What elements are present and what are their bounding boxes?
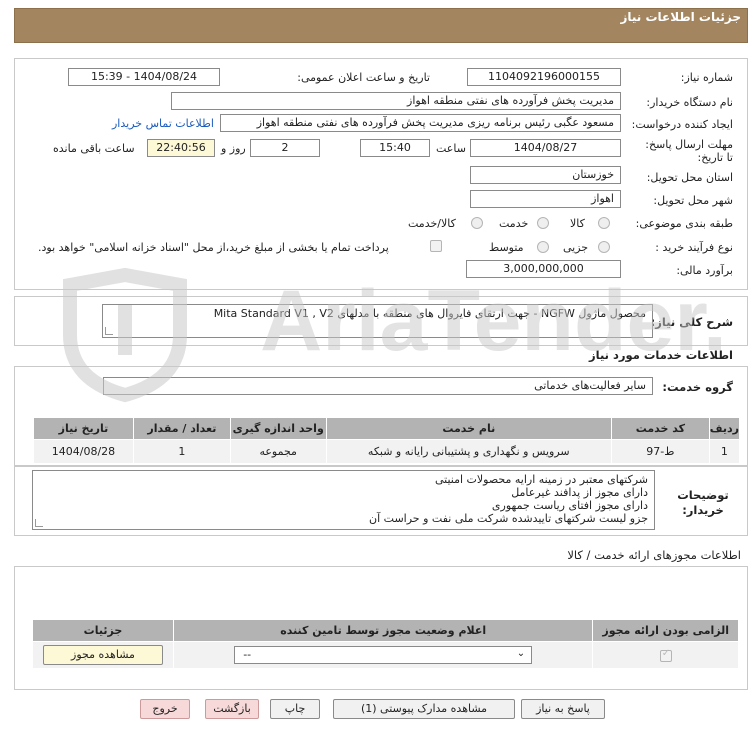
city-field: اهواز	[470, 190, 621, 208]
deadline-time-field: 15:40	[360, 139, 430, 157]
category-service-radio[interactable]	[537, 217, 549, 229]
permit-status-select[interactable]: -- ⌄	[234, 646, 533, 664]
notes-line-1: شرکتهای معتبر در زمینه ارایه محصولات امن…	[434, 473, 648, 486]
view-attachments-button[interactable]: مشاهده مدارک پیوستی (1)	[333, 699, 515, 719]
summary-text: محصول ماژول NGFW - جهت ارتقای فایروال ها…	[213, 307, 646, 320]
cell-permit-required: ✓	[592, 641, 739, 669]
cell-qty: 1	[132, 439, 231, 464]
days-field: 2	[250, 139, 320, 157]
days-label: روز و	[221, 142, 246, 155]
cell-unit: مجموعه	[229, 439, 327, 464]
service-group-field: سایر فعالیت‌های خدماتی	[103, 377, 653, 395]
reply-button[interactable]: پاسخ به نیاز	[521, 699, 605, 719]
exit-button[interactable]: خروج	[140, 699, 190, 719]
notes-label: توضیحات خریدار:	[677, 488, 729, 517]
category-goods-label: کالا	[570, 217, 585, 230]
services-table: ردیف کد خدمت نام خدمت واحد اندازه گیری ت…	[33, 417, 741, 464]
service-group-label: گروه خدمت:	[662, 380, 733, 394]
services-title: اطلاعات خدمات مورد نیاز	[589, 348, 733, 362]
services-table-header: ردیف کد خدمت نام خدمت واحد اندازه گیری ت…	[33, 417, 741, 440]
col-unit: واحد اندازه گیری	[229, 417, 327, 440]
table-row: ✓ -- ⌄ مشاهده مجوز	[32, 641, 739, 669]
chevron-down-icon: ⌄	[516, 648, 526, 659]
need-number-field: 1104092196000155	[467, 68, 621, 86]
notes-field: شرکتهای معتبر در زمینه ارایه محصولات امن…	[32, 470, 655, 530]
col-permit-status: اعلام وضعیت مجوز توسط تامین کننده	[172, 619, 594, 642]
creator-field: مسعود عگبی رئیس برنامه ریزی مدیریت پخش ف…	[220, 114, 621, 132]
notes-resize-handle[interactable]	[35, 519, 43, 527]
notes-line-2: دارای مجوز از پدافند غیرعامل	[511, 486, 648, 499]
buyer-field: مدیریت پخش فرآورده های نفتی منطقه اهواز	[171, 92, 621, 110]
permit-status-value: --	[243, 648, 252, 661]
announce-label: تاریخ و ساعت اعلان عمومی:	[297, 71, 430, 84]
buyer-contact-link[interactable]: اطلاعات تماس خریدار	[112, 117, 214, 130]
remaining-label: ساعت باقی مانده	[53, 142, 135, 155]
summary-resize-handle[interactable]	[105, 327, 113, 335]
deadline-time-label: ساعت	[436, 142, 466, 155]
buyer-label: نام دستگاه خریدار:	[646, 96, 733, 109]
summary-field: محصول ماژول NGFW - جهت ارتقای فایروال ها…	[102, 304, 653, 338]
budget-label: برآورد مالی:	[676, 264, 733, 277]
permits-table: الزامی بودن ارائه مجوز اعلام وضعیت مجوز …	[32, 619, 739, 669]
notes-line-4: جزو لیست شرکتهای تاییدشده شرکت ملی نفت و…	[369, 512, 648, 525]
col-qty: تعداد / مقدار	[132, 417, 231, 440]
col-row: ردیف	[708, 417, 741, 440]
process-medium-radio[interactable]	[537, 241, 549, 253]
permit-required-checkbox: ✓	[659, 647, 672, 662]
payment-note: پرداخت تمام یا بخشی از مبلغ خرید،از محل …	[38, 241, 389, 254]
announce-field: 1404/08/24 - 15:39	[68, 68, 220, 86]
col-date: تاریخ نیاز	[33, 417, 134, 440]
table-row: 1 ط-97 سرویس و نگهداری و پشتیبانی رایانه…	[33, 439, 741, 464]
print-button[interactable]: چاپ	[270, 699, 320, 719]
deadline-date-field: 1404/08/27	[470, 139, 621, 157]
budget-field: 3,000,000,000	[466, 260, 621, 278]
page-title: جزئیات اطلاعات نیاز	[620, 10, 741, 24]
col-permit-details: جزئیات	[32, 619, 174, 642]
view-permit-button[interactable]: مشاهده مجوز	[42, 645, 163, 665]
col-permit-required: الزامی بودن ارائه مجوز	[592, 619, 739, 642]
province-label: استان محل تحویل:	[646, 171, 733, 184]
col-name: نام خدمت	[325, 417, 612, 440]
cell-row: 1	[708, 439, 741, 464]
cell-permit-details: مشاهده مجوز	[32, 641, 174, 669]
process-minor-label: جزیی	[563, 241, 589, 254]
notes-line-3: دارای مجوز افتای ریاست جمهوری	[491, 499, 648, 512]
cell-date: 1404/08/28	[33, 439, 134, 464]
process-medium-label: متوسط	[489, 241, 524, 254]
cell-permit-status: -- ⌄	[172, 641, 594, 669]
process-minor-radio[interactable]	[598, 241, 610, 253]
back-button[interactable]: بازگشت	[205, 699, 259, 719]
summary-label: شرح کلی نیاز:	[650, 315, 733, 329]
process-label: نوع فرآیند خرید :	[655, 241, 733, 254]
need-number-label: شماره نیاز:	[680, 71, 733, 84]
cell-name: سرویس و نگهداری و پشتیبانی رایانه و شبکه	[325, 439, 612, 464]
permits-table-header: الزامی بودن ارائه مجوز اعلام وضعیت مجوز …	[32, 619, 739, 642]
category-both-label: کالا/خدمت	[408, 217, 456, 230]
check-icon: ✓	[661, 647, 671, 659]
city-label: شهر محل تحویل:	[653, 194, 733, 207]
creator-label: ایجاد کننده درخواست:	[631, 118, 733, 131]
permits-title: اطلاعات مجوزهای ارائه خدمت / کالا	[567, 548, 741, 562]
category-both-radio[interactable]	[471, 217, 483, 229]
remaining-time-field: 22:40:56	[147, 139, 215, 157]
category-service-label: خدمت	[499, 217, 529, 230]
category-label: طبقه بندی موضوعی:	[635, 217, 733, 230]
category-goods-radio[interactable]	[598, 217, 610, 229]
province-field: خوزستان	[470, 166, 621, 184]
islamic-treasury-checkbox[interactable]	[430, 240, 442, 252]
col-code: کد خدمت	[610, 417, 710, 440]
deadline-label: مهلت ارسال پاسخ: تا تاریخ:	[645, 138, 733, 164]
cell-code: ط-97	[610, 439, 710, 464]
